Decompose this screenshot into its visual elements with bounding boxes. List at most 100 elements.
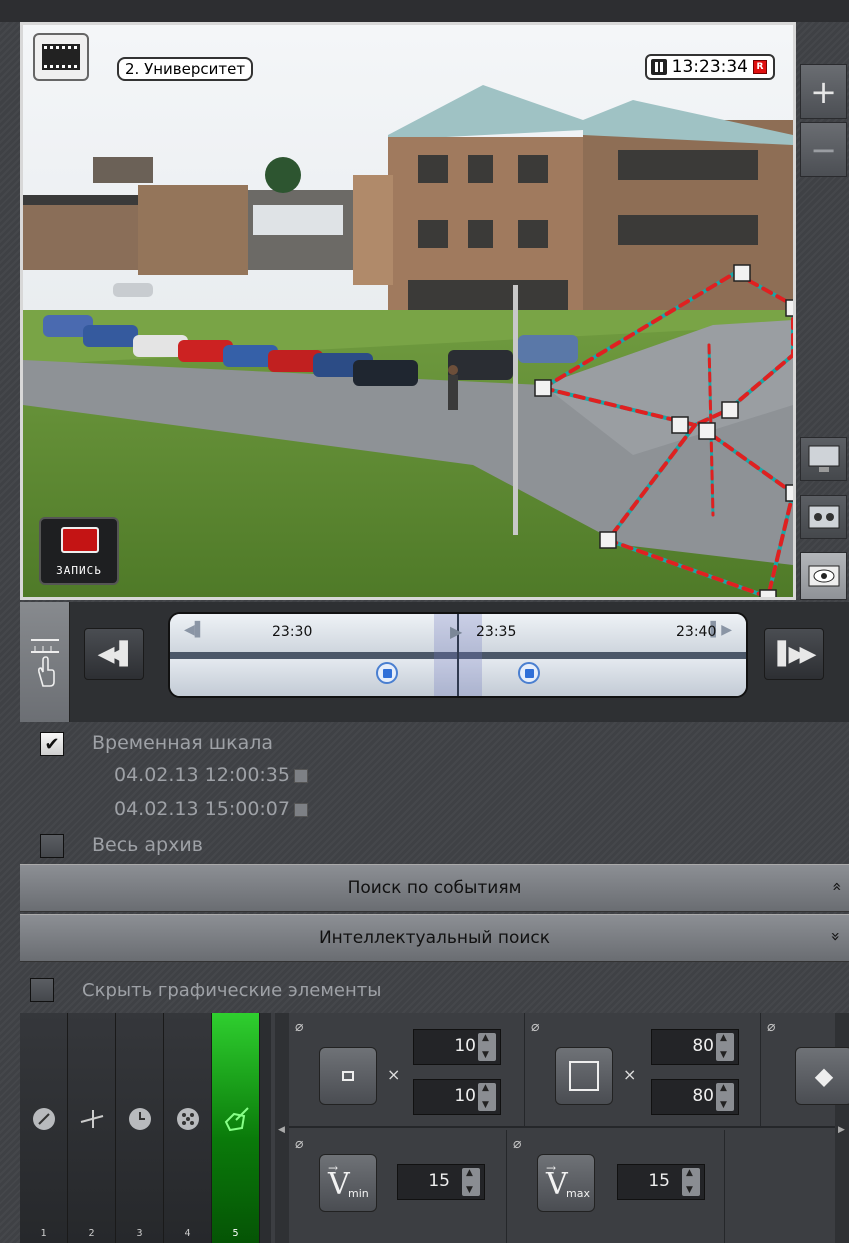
vmax-button[interactable]: → V max (537, 1154, 595, 1212)
hide-graphics-checkbox[interactable] (30, 978, 54, 1002)
min-width-stepper[interactable]: 10 (413, 1029, 501, 1065)
timeline-panel: ◀◀▌ ◀▌ ▶ ▌▶ 23:30 23:35 23:40 ▌▶▶ (20, 602, 849, 722)
collapse-icon[interactable]: » (827, 882, 846, 892)
vmin-stepper[interactable]: 15 (397, 1164, 485, 1200)
hidden-eye-icon[interactable]: ⌀ (295, 1019, 303, 1035)
calendar-icon[interactable] (293, 768, 308, 783)
strip-number: 5 (232, 1228, 239, 1239)
max-height-value: 80 (692, 1086, 714, 1106)
detector-strip-5[interactable]: 5 (212, 1013, 260, 1243)
max-width-stepper[interactable]: 80 (651, 1029, 739, 1065)
event-marker-icon[interactable] (376, 662, 398, 684)
monitor-icon (808, 445, 839, 472)
skip-forward-button[interactable]: ▌▶▶ (764, 628, 824, 680)
rec-indicator-icon: R (753, 60, 767, 74)
camera-name-label: 2. Университет (117, 57, 254, 81)
vmax-cell: ⌀ → V max 15 (507, 1130, 725, 1243)
hidden-eye-icon[interactable]: ⌀ (767, 1019, 775, 1035)
hidden-eye-icon[interactable]: ⌀ (295, 1136, 303, 1152)
color-cell: ⌀ ◆ (761, 1013, 849, 1128)
event-marker-icon[interactable] (518, 662, 540, 684)
smart-search-bar[interactable]: Интеллектуальный поиск » (20, 914, 849, 962)
scroll-left-strip[interactable]: ◀ (275, 1013, 289, 1243)
times-sign: × (623, 1065, 637, 1084)
skip-forward-icon: ▌▶▶ (777, 641, 817, 667)
timeline-tick: 23:40 (676, 624, 717, 640)
max-size-button[interactable] (555, 1047, 613, 1105)
timeline-tick: 23:35 (476, 624, 517, 640)
vmin-symbol: V (328, 1167, 350, 1202)
record-button[interactable]: ЗАПИСЬ (39, 517, 119, 585)
vmax-stepper[interactable]: 15 (617, 1164, 705, 1200)
vmax-value: 15 (648, 1171, 670, 1191)
small-square-icon (342, 1071, 354, 1081)
event-search-bar[interactable]: Поиск по событиям » (20, 864, 849, 912)
scroll-left-icon[interactable]: ◀▌ (184, 622, 206, 638)
skip-back-button[interactable]: ◀◀▌ (84, 628, 144, 680)
cassette-icon (808, 505, 839, 529)
zone-icon (222, 1105, 250, 1133)
timescale-checkbox[interactable]: ✔ (40, 732, 64, 756)
eye-icon (808, 565, 839, 587)
detector-strip-4[interactable]: 4 (164, 1013, 212, 1243)
stepper-arrows-icon[interactable] (478, 1083, 496, 1111)
detector-strip-3[interactable]: 3 (116, 1013, 164, 1243)
color-button[interactable]: ◆ (795, 1047, 849, 1105)
stepper-arrows-icon[interactable] (478, 1033, 496, 1061)
clock-icon (126, 1105, 154, 1133)
pause-icon[interactable] (650, 59, 667, 75)
zoom-out-button[interactable]: − (800, 122, 847, 177)
detector-strip-2[interactable]: 2 (68, 1013, 116, 1243)
monitor-button[interactable] (800, 437, 847, 481)
max-height-stepper[interactable]: 80 (651, 1079, 739, 1115)
whole-archive-label: Весь архив (92, 834, 203, 856)
archive-button[interactable] (800, 495, 847, 539)
stepper-arrows-icon[interactable] (682, 1168, 700, 1196)
detector-strips: 1 2 3 4 5 (20, 1013, 271, 1243)
min-height-stepper[interactable]: 10 (413, 1079, 501, 1115)
expand-icon[interactable]: » (827, 932, 846, 942)
whole-archive-checkbox[interactable] (40, 834, 64, 858)
stepper-arrows-icon[interactable] (462, 1168, 480, 1196)
video-viewport[interactable]: 2. Университет 13:23:34 R ЗАПИСЬ (20, 22, 796, 600)
tape-icon (61, 527, 99, 553)
scroll-right-icon: ▶ (838, 1125, 845, 1135)
strip-number: 4 (184, 1228, 191, 1239)
strip-number: 3 (136, 1228, 143, 1239)
max-size-cell: ⌀ × 80 80 (525, 1013, 761, 1128)
timescale-label: Временная шкала (92, 732, 274, 754)
stepper-arrows-icon[interactable] (716, 1083, 734, 1111)
dots-icon (174, 1105, 202, 1133)
analytics-button[interactable] (800, 552, 847, 600)
vmax-subscript: max (566, 1187, 590, 1200)
zoom-in-button[interactable]: + (800, 64, 847, 119)
hidden-eye-icon[interactable]: ⌀ (531, 1019, 539, 1035)
vmin-value: 15 (428, 1171, 450, 1191)
min-size-button[interactable] (319, 1047, 377, 1105)
arrow-icon (30, 1105, 58, 1133)
time-display: 13:23:34 R (644, 54, 775, 80)
hand-ruler-icon (31, 639, 59, 687)
search-range-settings: ✔ Временная шкала 04.02.13 12:00:35 04.0… (20, 722, 849, 862)
timeline-scale[interactable]: ◀▌ ▶ ▌▶ 23:30 23:35 23:40 (168, 612, 748, 698)
times-sign: × (387, 1065, 401, 1084)
min-width-value: 10 (454, 1036, 476, 1056)
calendar-icon[interactable] (293, 802, 308, 817)
skip-back-icon: ◀◀▌ (97, 641, 137, 667)
vmin-button[interactable]: → V min (319, 1154, 377, 1212)
camera-type-icon[interactable] (33, 33, 89, 81)
timeline-mode-tab[interactable] (20, 602, 70, 722)
stepper-arrows-icon[interactable] (716, 1033, 734, 1061)
detector-params: ◀ ▶ ⌀ × 10 10 ⌀ × 80 80 ⌀ ◆ ⌀ → V (271, 1013, 849, 1243)
date-to-field[interactable]: 04.02.13 15:00:07 (114, 798, 308, 820)
date-from-value: 04.02.13 12:00:35 (114, 764, 290, 786)
vmin-cell: ⌀ → V min 15 (289, 1130, 507, 1243)
date-from-field[interactable]: 04.02.13 12:00:35 (114, 764, 308, 786)
strip-number: 2 (88, 1228, 95, 1239)
line-cross-icon (78, 1105, 106, 1133)
hidden-eye-icon[interactable]: ⌀ (513, 1136, 521, 1152)
max-width-value: 80 (692, 1036, 714, 1056)
hide-graphics-label: Скрыть графические элементы (82, 980, 382, 1001)
detector-strip-1[interactable]: 1 (20, 1013, 68, 1243)
play-icon[interactable]: ▶ (450, 622, 462, 641)
